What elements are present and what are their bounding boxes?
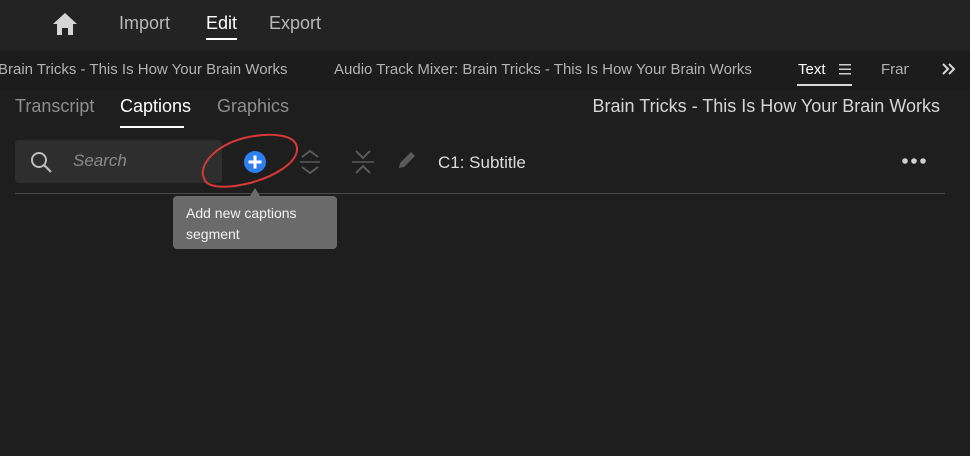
search-field[interactable]: Search bbox=[15, 140, 222, 183]
tab-audio-track-mixer[interactable]: Audio Track Mixer: Brain Tricks - This I… bbox=[334, 61, 752, 78]
add-circle-icon[interactable] bbox=[243, 150, 267, 174]
search-icon bbox=[31, 152, 52, 173]
pencil-icon[interactable] bbox=[395, 150, 417, 172]
merge-segments-icon[interactable] bbox=[350, 148, 376, 176]
workspace-export[interactable]: Export bbox=[269, 13, 321, 34]
tab-graphics[interactable]: Graphics bbox=[217, 96, 289, 117]
hamburger-menu-icon[interactable] bbox=[839, 64, 851, 75]
tab-text[interactable]: Text bbox=[798, 61, 826, 78]
tab-frame[interactable]: Fran bbox=[881, 61, 909, 78]
split-segment-icon[interactable] bbox=[299, 148, 321, 176]
more-horizontal-icon[interactable] bbox=[901, 154, 927, 168]
double-chevron-right-icon[interactable] bbox=[942, 63, 956, 75]
tab-sequence[interactable]: Brain Tricks - This Is How Your Brain Wo… bbox=[0, 61, 288, 78]
tooltip-arrow bbox=[250, 188, 260, 196]
workspace-bar: Import Edit Export bbox=[0, 0, 970, 50]
sequence-title: Brain Tricks - This Is How Your Brain Wo… bbox=[592, 96, 940, 116]
tooltip: Add new captions segment bbox=[173, 196, 337, 249]
tab-captions[interactable]: Captions bbox=[120, 96, 191, 117]
tooltip-line-2: segment bbox=[186, 226, 240, 242]
home-icon[interactable] bbox=[52, 12, 78, 36]
search-placeholder: Search bbox=[73, 151, 127, 170]
active-tab-indicator bbox=[797, 84, 852, 86]
workspace-edit[interactable]: Edit bbox=[206, 13, 238, 40]
caption-track-label[interactable]: C1: Subtitle bbox=[438, 153, 526, 173]
captions-tab-indicator bbox=[120, 126, 184, 128]
tab-transcript[interactable]: Transcript bbox=[15, 96, 94, 117]
tooltip-line-1: Add new captions bbox=[186, 205, 297, 221]
workspace-import[interactable]: Import bbox=[119, 13, 170, 34]
toolbar-divider bbox=[15, 193, 945, 194]
